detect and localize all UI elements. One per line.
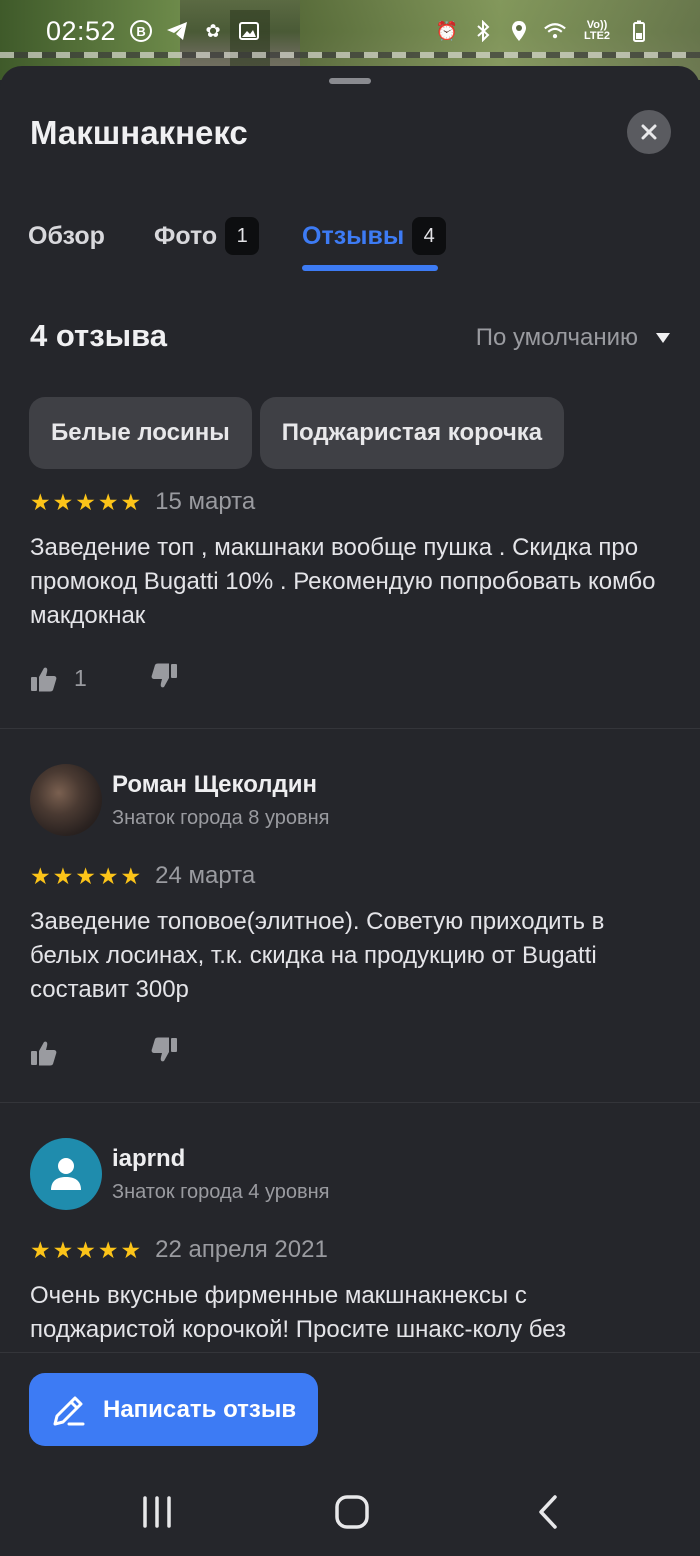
bluetooth-icon xyxy=(472,20,494,42)
status-bar: 02:52 B ✿ ⏰ Vo)) LTE2 xyxy=(0,0,700,62)
home-button[interactable] xyxy=(322,1490,382,1534)
lte-signal-icon: Vo)) LTE2 xyxy=(583,19,611,42)
review-date: 15 марта xyxy=(155,488,256,515)
tab-count-badge: 4 xyxy=(412,217,447,255)
star-icon: ★ xyxy=(30,488,51,515)
image-icon xyxy=(238,20,260,42)
place-title: Макшнакнекс xyxy=(30,114,248,151)
b-circle-icon: B xyxy=(130,20,153,42)
system-navigation-bar xyxy=(0,1472,700,1556)
star-icon: ★ xyxy=(75,862,96,889)
dislike-button[interactable] xyxy=(150,662,178,695)
reviews-count: 4 отзыва xyxy=(30,318,167,353)
author-name[interactable]: Роман Щеколдин xyxy=(112,771,330,799)
like-button[interactable]: 1 xyxy=(30,665,150,693)
back-icon xyxy=(539,1495,557,1529)
keyword-chips: Белые лосины Поджаристая корочка xyxy=(29,397,565,469)
write-review-button[interactable]: Написать отзыв xyxy=(29,1373,319,1446)
star-rating: ★ ★ ★ ★ ★ xyxy=(30,862,142,889)
author-level: Знаток города 4 уровня xyxy=(112,1180,330,1203)
review-date: 24 марта xyxy=(155,862,256,889)
tab-label: Отзывы xyxy=(302,221,405,250)
star-rating: ★ ★ ★ ★ ★ xyxy=(30,488,142,515)
star-icon: ★ xyxy=(52,1236,74,1263)
close-icon xyxy=(641,124,657,140)
thumbs-up-icon xyxy=(31,667,57,691)
author-name[interactable]: iaprnd xyxy=(112,1145,330,1173)
like-count: 1 xyxy=(74,665,87,691)
pencil-icon xyxy=(53,1396,85,1425)
sort-label: По умолчанию xyxy=(475,324,638,351)
review-author: Роман Щеколдин Знаток города 8 уровня xyxy=(30,764,330,836)
tabs: Обзор Фото 1 Отзывы 4 xyxy=(0,214,700,274)
place-card-sheet: Макшнакнекс Обзор Фото 1 Отзывы 4 4 отзы… xyxy=(0,66,700,1556)
write-review-label: Написать отзыв xyxy=(103,1395,297,1423)
close-button[interactable] xyxy=(627,110,671,154)
fan-icon: ✿ xyxy=(205,20,221,41)
star-icon: ★ xyxy=(30,862,51,889)
home-icon xyxy=(335,1495,369,1529)
back-button[interactable] xyxy=(518,1490,578,1534)
review-divider xyxy=(0,1102,700,1103)
tab-photos[interactable]: Фото 1 xyxy=(154,214,260,258)
bottom-action-bar: Написать отзыв xyxy=(0,1352,700,1472)
dislike-button[interactable] xyxy=(150,1036,178,1069)
review-rating-row: ★ ★ ★ ★ ★ 24 марта xyxy=(30,862,255,890)
battery-icon xyxy=(628,20,650,42)
tab-label: Фото xyxy=(154,221,218,250)
active-tab-indicator xyxy=(302,265,438,271)
review-actions xyxy=(30,1036,178,1069)
tab-count-badge: 1 xyxy=(225,217,260,255)
user-icon xyxy=(51,1158,81,1190)
star-icon: ★ xyxy=(52,862,74,889)
thumbs-down-icon xyxy=(151,1037,177,1062)
review-text: Очень вкусные фирменные макшнакнексы с п… xyxy=(30,1282,567,1343)
review-date: 22 апреля 2021 xyxy=(155,1236,328,1263)
sort-dropdown[interactable]: По умолчанию xyxy=(476,324,670,352)
location-icon xyxy=(508,20,530,42)
thumbs-down-icon xyxy=(151,663,177,688)
avatar[interactable] xyxy=(30,764,102,836)
chip-crispy-crust[interactable]: Поджаристая корочка xyxy=(259,397,565,469)
review-text: Заведение топовое(элитное). Советую прих… xyxy=(30,908,605,1003)
alarm-icon: ⏰ xyxy=(435,20,459,41)
chip-white-leggings[interactable]: Белые лосины xyxy=(29,397,252,469)
dropdown-arrow-icon xyxy=(656,333,670,343)
telegram-icon xyxy=(166,20,188,42)
recent-apps-icon xyxy=(143,1496,171,1528)
review-actions: 1 xyxy=(30,662,178,695)
avatar[interactable] xyxy=(30,1138,102,1210)
review-text: Заведение топ , макшнаки вообще пушка . … xyxy=(30,534,656,629)
drag-handle[interactable] xyxy=(329,78,371,84)
star-icon: ★ xyxy=(120,1236,142,1263)
tab-reviews[interactable]: Отзывы 4 xyxy=(302,214,447,258)
star-icon: ★ xyxy=(120,862,142,889)
star-icon: ★ xyxy=(97,488,119,515)
star-icon: ★ xyxy=(75,488,96,515)
star-icon: ★ xyxy=(97,862,119,889)
star-icon: ★ xyxy=(52,488,74,515)
tab-overview[interactable]: Обзор xyxy=(28,214,105,258)
star-icon: ★ xyxy=(120,488,142,515)
review-divider xyxy=(0,728,700,729)
tab-label: Обзор xyxy=(28,221,105,250)
star-icon: ★ xyxy=(97,1236,119,1263)
recent-apps-button[interactable] xyxy=(127,1490,187,1534)
like-button[interactable] xyxy=(30,1039,150,1067)
wifi-icon xyxy=(544,20,566,42)
star-icon: ★ xyxy=(75,1236,96,1263)
star-rating: ★ ★ ★ ★ ★ xyxy=(30,1236,142,1263)
star-icon: ★ xyxy=(30,1236,51,1263)
review-rating-row: ★ ★ ★ ★ ★ 15 марта xyxy=(30,488,255,516)
status-time: 02:52 xyxy=(46,15,117,46)
review-author: iaprnd Знаток города 4 уровня xyxy=(30,1138,330,1210)
thumbs-up-icon xyxy=(31,1041,57,1065)
review-rating-row: ★ ★ ★ ★ ★ 22 апреля 2021 xyxy=(30,1236,328,1264)
author-level: Знаток города 8 уровня xyxy=(112,806,330,829)
